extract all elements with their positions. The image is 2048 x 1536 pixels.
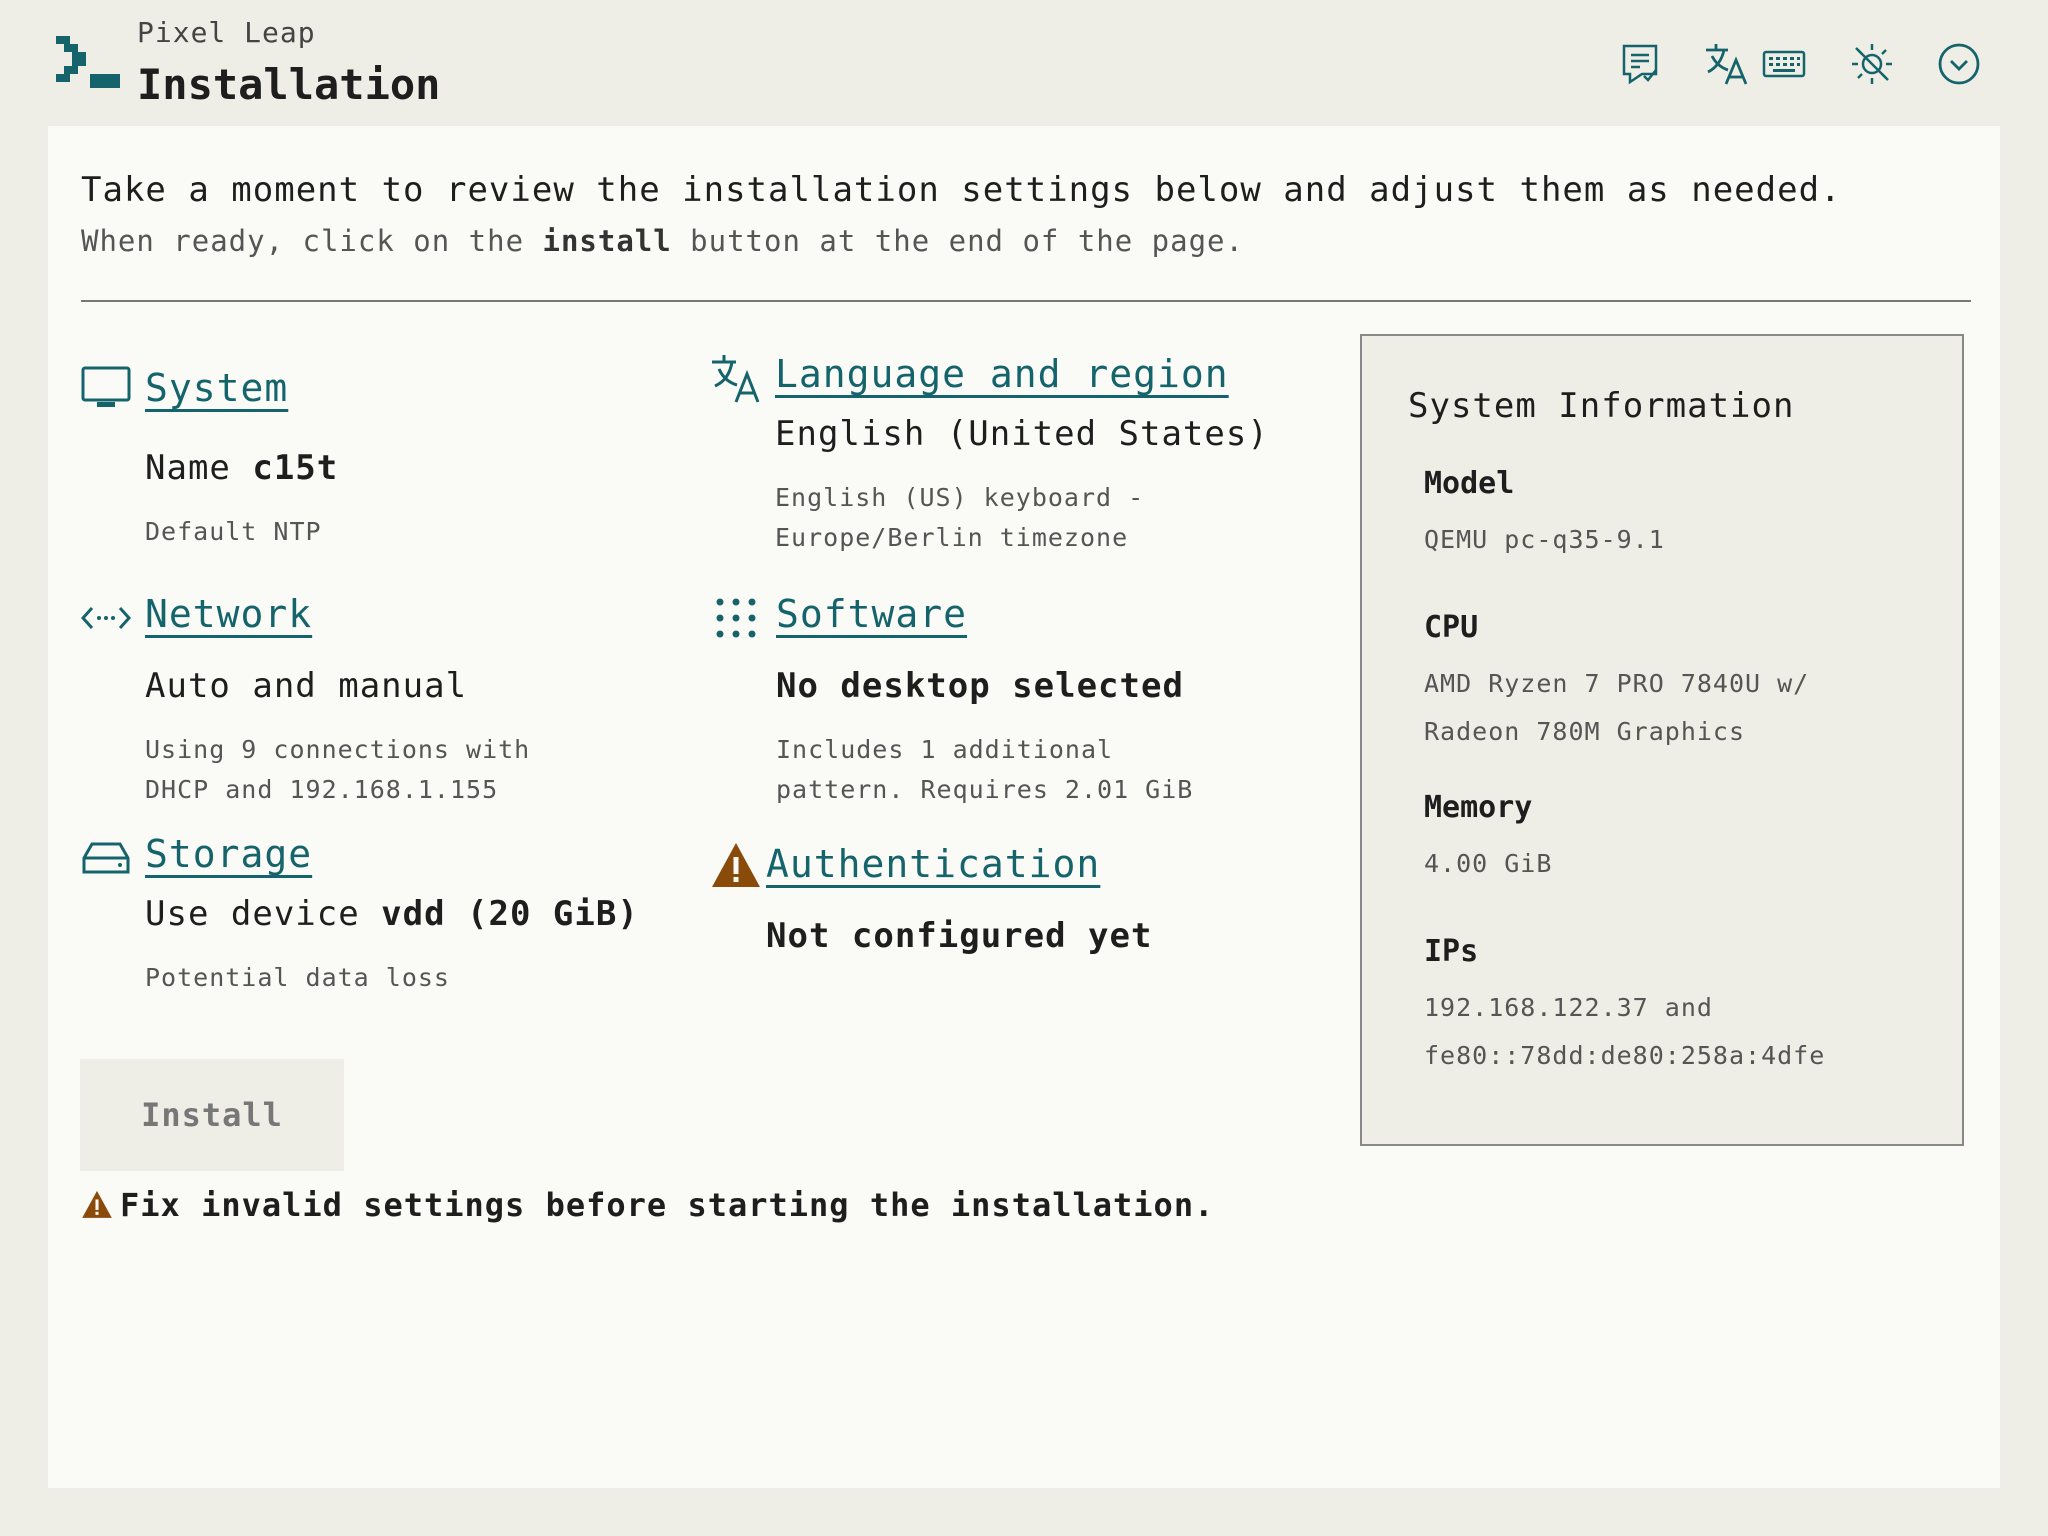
install-button[interactable]: Install — [80, 1059, 344, 1171]
system-link[interactable]: System — [145, 366, 288, 410]
divider — [81, 300, 1971, 302]
keyboard-icon[interactable] — [1760, 40, 1808, 88]
system-value-prefix: Name — [145, 448, 253, 488]
software-link[interactable]: Software — [776, 592, 967, 636]
network-icon — [80, 606, 132, 630]
storage-value: Use device vdd (20 GiB) — [145, 894, 639, 934]
storage-device: vdd (20 GiB) — [381, 894, 639, 934]
network-desc-2: DHCP and 192.168.1.155 — [145, 775, 499, 804]
install-warning-text: Fix invalid settings before starting the… — [120, 1186, 1215, 1224]
menu-chevron-icon[interactable] — [1935, 40, 1983, 88]
system-information-panel: System Information Model QEMU pc-q35-9.1… — [1360, 334, 1964, 1146]
intro-hint-bold: install — [542, 224, 672, 258]
intro-text: Take a moment to review the installation… — [81, 170, 1842, 210]
software-value: No desktop selected — [776, 666, 1184, 706]
language-desc-1: English (US) keyboard - — [775, 483, 1145, 512]
storage-icon — [82, 842, 130, 874]
ips-value-1: 192.168.122.37 and — [1424, 993, 1713, 1022]
network-link[interactable]: Network — [145, 592, 312, 636]
review-icon[interactable] — [1616, 40, 1664, 88]
storage-value-prefix: Use device — [145, 894, 382, 934]
software-desc-2: pattern. Requires 2.01 GiB — [776, 775, 1194, 804]
model-label: Model — [1424, 466, 1515, 501]
app-header: Pixel Leap Installation — [0, 0, 2048, 126]
intro-hint: When ready, click on the install button … — [81, 224, 1244, 258]
memory-value: 4.00 GiB — [1424, 849, 1553, 878]
main-panel: Take a moment to review the installation… — [48, 126, 2000, 1488]
intro-hint-after: button at the end of the page. — [671, 224, 1244, 258]
cpu-value-1: AMD Ryzen 7 PRO 7840U w/ — [1424, 669, 1810, 698]
storage-link[interactable]: Storage — [145, 832, 312, 876]
brand-name: Pixel Leap — [137, 16, 316, 49]
authentication-link[interactable]: Authentication — [766, 842, 1100, 886]
network-desc-1: Using 9 connections with — [145, 735, 531, 764]
warning-icon — [82, 1190, 112, 1218]
memory-label: Memory — [1424, 790, 1533, 825]
theme-icon[interactable] — [1848, 40, 1896, 88]
authentication-value: Not configured yet — [766, 916, 1153, 956]
language-desc-2: Europe/Berlin timezone — [775, 523, 1129, 552]
software-desc-1: Includes 1 additional — [776, 735, 1114, 764]
pixel-leap-logo — [56, 36, 120, 88]
language-link[interactable]: Language and region — [775, 352, 1229, 396]
translate-icon — [712, 355, 760, 403]
cpu-label: CPU — [1424, 610, 1479, 645]
language-value: English (United States) — [775, 414, 1269, 454]
language-icon[interactable] — [1702, 40, 1750, 88]
warning-icon — [712, 843, 760, 887]
system-information-title: System Information — [1408, 386, 1795, 426]
intro-hint-before: When ready, click on the — [81, 224, 543, 258]
ips-value-2: fe80::78dd:de80:258a:4dfe — [1424, 1041, 1826, 1070]
apps-grid-icon — [716, 598, 756, 638]
system-desc: Default NTP — [145, 517, 322, 546]
system-value: Name c15t — [145, 448, 338, 488]
network-value: Auto and manual — [145, 666, 468, 706]
model-value: QEMU pc-q35-9.1 — [1424, 525, 1665, 554]
system-hostname: c15t — [252, 448, 339, 488]
storage-desc: Potential data loss — [145, 963, 450, 992]
ips-label: IPs — [1424, 934, 1479, 969]
cpu-value-2: Radeon 780M Graphics — [1424, 717, 1746, 746]
page-title: Installation — [137, 60, 441, 109]
monitor-icon — [81, 366, 131, 407]
